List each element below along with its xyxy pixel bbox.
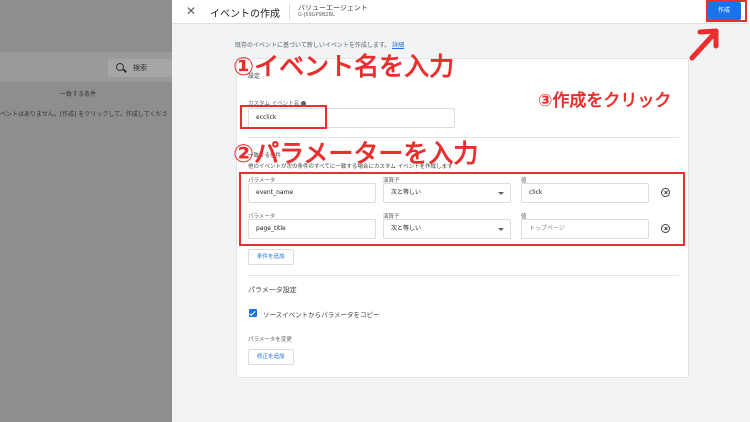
section-divider [247,275,679,276]
annotation-event-name-box [240,105,327,129]
background-page: 検索 一致する条件 ベントはありません。[作成] をクリックして、作成してくださ [0,0,172,422]
search-icon [116,63,124,71]
copy-parameters-checkbox[interactable] [249,309,257,317]
annotation-create-box [706,0,747,22]
copy-parameters-label: ソースイベントからパラメータをコピー [263,311,380,319]
background-search-label: 検索 [133,64,147,72]
modify-parameters-label: パラメータを変更 [248,337,292,343]
annotation-arrow-icon [689,28,719,61]
add-condition-button[interactable]: 条件を追加 [248,249,294,265]
panel-header: ✕ イベントの作成 バリューエージェント G-J59GP9B2BL 作成 [172,0,750,24]
annotation-step1: ①イベント名を入力 [233,52,455,81]
header-divider [289,4,290,20]
property-id: G-J59GP9B2BL [298,12,335,18]
annotation-parameters-box [239,172,685,246]
close-icon[interactable]: ✕ [186,5,196,17]
annotation-step2: ②パラメーターを入力 [233,139,479,168]
panel-title: イベントの作成 [210,9,280,20]
background-empty-message: ベントはありません。[作成] をクリックして、作成してくださ [0,111,168,118]
background-column-header: 一致する条件 [60,91,97,98]
annotation-step3: ③作成をクリック [538,91,672,111]
parameter-settings-title: パラメータ設定 [248,286,297,294]
add-modification-button[interactable]: 修正を追加 [248,349,294,365]
